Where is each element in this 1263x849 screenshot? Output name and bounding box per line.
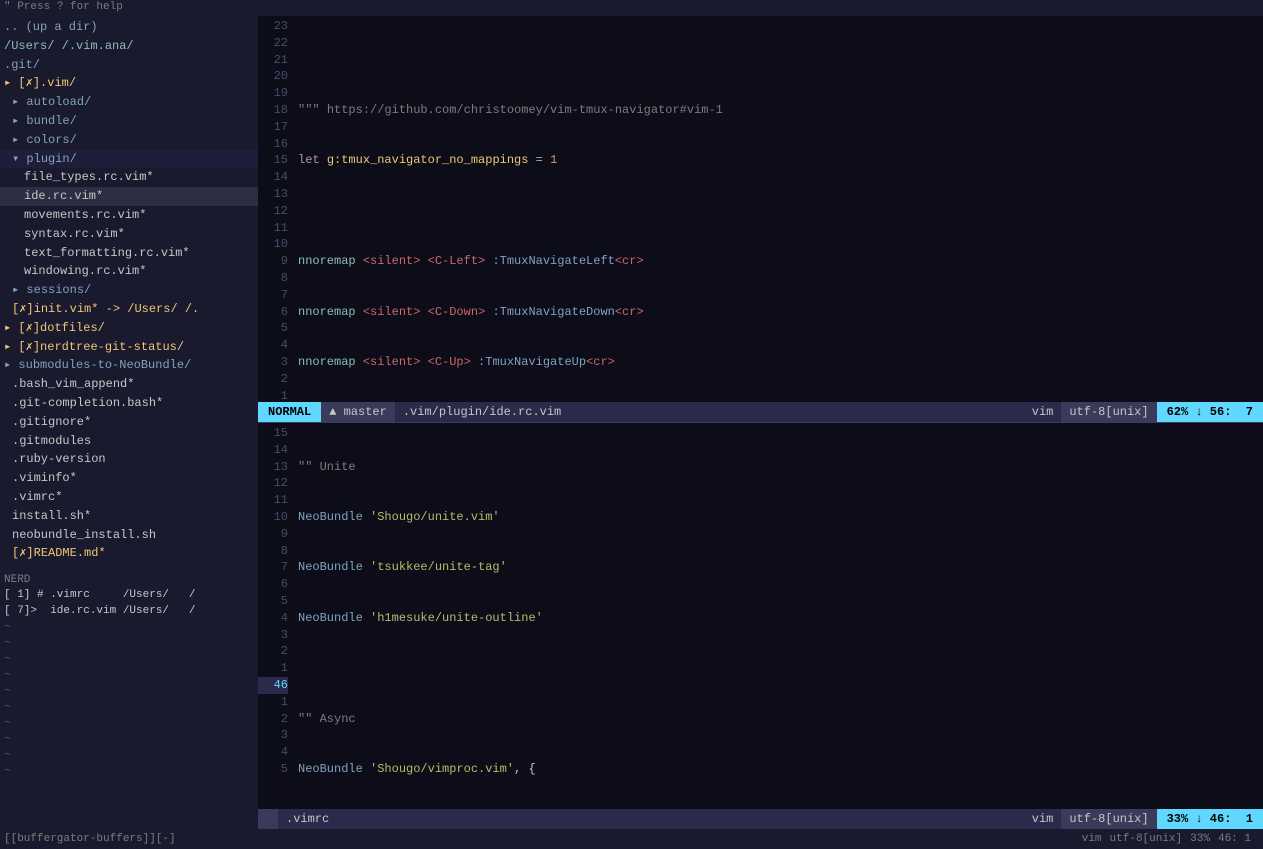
sidebar-item-movements[interactable]: movements.rc.vim* bbox=[0, 206, 258, 225]
sidebar-item-text-formatting[interactable]: text_formatting.rc.vim* bbox=[0, 244, 258, 263]
tilde-1: ~ bbox=[0, 619, 258, 635]
code-content-bottom[interactable]: "" Unite NeoBundle 'Shougo/unite.vim' Ne… bbox=[294, 423, 1263, 809]
tilde-10: ~ bbox=[0, 763, 258, 779]
sidebar-item-install[interactable]: install.sh* bbox=[0, 507, 258, 526]
status-branch: ▲ master bbox=[321, 402, 395, 422]
sidebar-item-vimrc[interactable]: .vimrc* bbox=[0, 488, 258, 507]
code-line: nnoremap <silent> <C-Down> :TmuxNavigate… bbox=[298, 304, 1263, 321]
tilde-2: ~ bbox=[0, 635, 258, 651]
sidebar-item-autoload[interactable]: ▸ autoload/ bbox=[0, 93, 258, 112]
sidebar-item-syntax[interactable]: syntax.rc.vim* bbox=[0, 225, 258, 244]
sidebar-item-git-completion[interactable]: .git-completion.bash* bbox=[0, 394, 258, 413]
sidebar-item-init-vim[interactable]: [✗]init.vim* -> /Users/ /. bbox=[0, 300, 258, 319]
sidebar-item-gitignore[interactable]: .gitignore* bbox=[0, 413, 258, 432]
code-line: NeoBundle 'Shougo/unite.vim' bbox=[298, 509, 1263, 526]
tilde-5: ~ bbox=[0, 683, 258, 699]
tilde-6: ~ bbox=[0, 699, 258, 715]
nerd-label: NERD bbox=[0, 573, 258, 587]
status-position-top: 62% ↓ 56: 7 bbox=[1157, 402, 1263, 422]
status-filepath-top: .vim/plugin/ide.rc.vim bbox=[395, 402, 1024, 422]
sidebar-item-ruby-version[interactable]: .ruby-version bbox=[0, 450, 258, 469]
status-bar-top: NORMAL ▲ master .vim/plugin/ide.rc.vim v… bbox=[258, 402, 1263, 422]
bottom-bar: [[buffergator-buffers]][-] vim utf-8[uni… bbox=[0, 829, 1263, 849]
code-area-bottom[interactable]: 15 14 13 12 11 10 9 8 7 6 5 4 3 2 1 46 bbox=[258, 423, 1263, 809]
bottom-bar-buffergator: [[buffergator-buffers]][-] bbox=[4, 833, 176, 845]
code-line: NeoBundle 'tsukkee/unite-tag' bbox=[298, 559, 1263, 576]
sidebar-item-readme[interactable]: [✗]README.md* bbox=[0, 544, 258, 563]
sidebar-item-colors[interactable]: ▸ colors/ bbox=[0, 131, 258, 150]
code-area-top[interactable]: 23 22 21 20 19 18 17 16 15 14 13 12 11 1… bbox=[258, 16, 1263, 402]
bottom-bar-position: 33% bbox=[1190, 833, 1210, 845]
bottom-bar-info: 46: 1 bbox=[1210, 833, 1259, 845]
sidebar-item-bundle[interactable]: ▸ bundle/ bbox=[0, 112, 258, 131]
main-area: .. (up a dir) /Users/ /.vim.ana/ .git/ ▸… bbox=[0, 16, 1263, 829]
code-line: "" Unite bbox=[298, 459, 1263, 476]
sidebar-item-gitmodules[interactable]: .gitmodules bbox=[0, 432, 258, 451]
code-line bbox=[298, 660, 1263, 677]
sidebar-item-submodules[interactable]: ▸ submodules-to-NeoBundle/ bbox=[0, 356, 258, 375]
pane-top[interactable]: 23 22 21 20 19 18 17 16 15 14 13 12 11 1… bbox=[258, 16, 1263, 423]
code-line: nnoremap <silent> <C-Up> :TmuxNavigateUp… bbox=[298, 354, 1263, 371]
status-bar-bottom: .vimrc vim utf-8[unix] 33% ↓ 46: 1 bbox=[258, 809, 1263, 829]
sidebar-item-plugin[interactable]: ▾ plugin/ bbox=[0, 150, 258, 169]
tilde-7: ~ bbox=[0, 715, 258, 731]
status-right-bottom: vim utf-8[unix] 33% ↓ 46: 1 bbox=[1024, 809, 1263, 829]
bottom-bar-encoding: utf-8[unix] bbox=[1102, 833, 1191, 845]
code-line: NeoBundle 'h1mesuke/unite-outline' bbox=[298, 610, 1263, 627]
sidebar-item-file-types[interactable]: file_types.rc.vim* bbox=[0, 168, 258, 187]
buffer-list-7[interactable]: [ 7]> ide.rc.vim /Users/ / bbox=[0, 603, 258, 619]
sidebar-item-sessions[interactable]: ▸ sessions/ bbox=[0, 281, 258, 300]
code-line: nnoremap <silent> <C-Left> :TmuxNavigate… bbox=[298, 253, 1263, 270]
tilde-8: ~ bbox=[0, 731, 258, 747]
code-line: """ https://github.com/christoomey/vim-t… bbox=[298, 102, 1263, 119]
status-filetype-bottom: vim bbox=[1024, 809, 1062, 829]
status-mode-bottom bbox=[258, 809, 278, 829]
help-text: " Press ? for help bbox=[4, 1, 123, 13]
sidebar-item-dotfiles[interactable]: ▸ [✗]dotfiles/ bbox=[0, 319, 258, 338]
tilde-3: ~ bbox=[0, 651, 258, 667]
sidebar-item-vim[interactable]: ▸ [✗].vim/ bbox=[0, 74, 258, 93]
sidebar-item-windowing[interactable]: windowing.rc.vim* bbox=[0, 262, 258, 281]
sidebar-item-git[interactable]: .git/ bbox=[0, 56, 258, 75]
tilde-9: ~ bbox=[0, 747, 258, 763]
help-bar: " Press ? for help bbox=[0, 0, 1263, 16]
pane-bottom[interactable]: 15 14 13 12 11 10 9 8 7 6 5 4 3 2 1 46 bbox=[258, 423, 1263, 829]
status-mode-normal: NORMAL bbox=[258, 402, 321, 422]
editor-area: 23 22 21 20 19 18 17 16 15 14 13 12 11 1… bbox=[258, 16, 1263, 829]
tilde-4: ~ bbox=[0, 667, 258, 683]
sidebar-item-nerdtree[interactable]: ▸ [✗]nerdtree-git-status/ bbox=[0, 338, 258, 357]
status-position-bottom: 33% ↓ 46: 1 bbox=[1157, 809, 1263, 829]
buffer-list-1[interactable]: [ 1] # .vimrc /Users/ / bbox=[0, 587, 258, 603]
sidebar-item-root[interactable]: /Users/ /.vim.ana/ bbox=[0, 37, 258, 56]
code-line: let g:tmux_navigator_no_mappings = 1 bbox=[298, 152, 1263, 169]
code-line: NeoBundle 'Shougo/vimproc.vim', { bbox=[298, 761, 1263, 778]
status-filepath-bottom: .vimrc bbox=[278, 809, 1024, 829]
code-line bbox=[298, 203, 1263, 220]
status-filetype-top: vim bbox=[1024, 402, 1062, 422]
bottom-bar-filetype: vim bbox=[1082, 833, 1102, 845]
sidebar-item-up[interactable]: .. (up a dir) bbox=[0, 18, 258, 37]
sidebar[interactable]: .. (up a dir) /Users/ /.vim.ana/ .git/ ▸… bbox=[0, 16, 258, 829]
sidebar-item-viminfo[interactable]: .viminfo* bbox=[0, 469, 258, 488]
line-numbers-bottom: 15 14 13 12 11 10 9 8 7 6 5 4 3 2 1 46 bbox=[258, 423, 294, 809]
code-line: "" Async bbox=[298, 711, 1263, 728]
status-encoding-top: utf-8[unix] bbox=[1061, 402, 1156, 422]
sidebar-item-neobundle-install[interactable]: neobundle_install.sh bbox=[0, 526, 258, 545]
code-line bbox=[298, 52, 1263, 69]
sidebar-item-bash-vim[interactable]: .bash_vim_append* bbox=[0, 375, 258, 394]
status-right-top: vim utf-8[unix] 62% ↓ 56: 7 bbox=[1024, 402, 1263, 422]
status-encoding-bottom: utf-8[unix] bbox=[1061, 809, 1156, 829]
code-content-top[interactable]: """ https://github.com/christoomey/vim-t… bbox=[294, 16, 1263, 402]
line-numbers-top: 23 22 21 20 19 18 17 16 15 14 13 12 11 1… bbox=[258, 16, 294, 402]
sidebar-item-ide-rc[interactable]: ide.rc.vim* bbox=[0, 187, 258, 206]
